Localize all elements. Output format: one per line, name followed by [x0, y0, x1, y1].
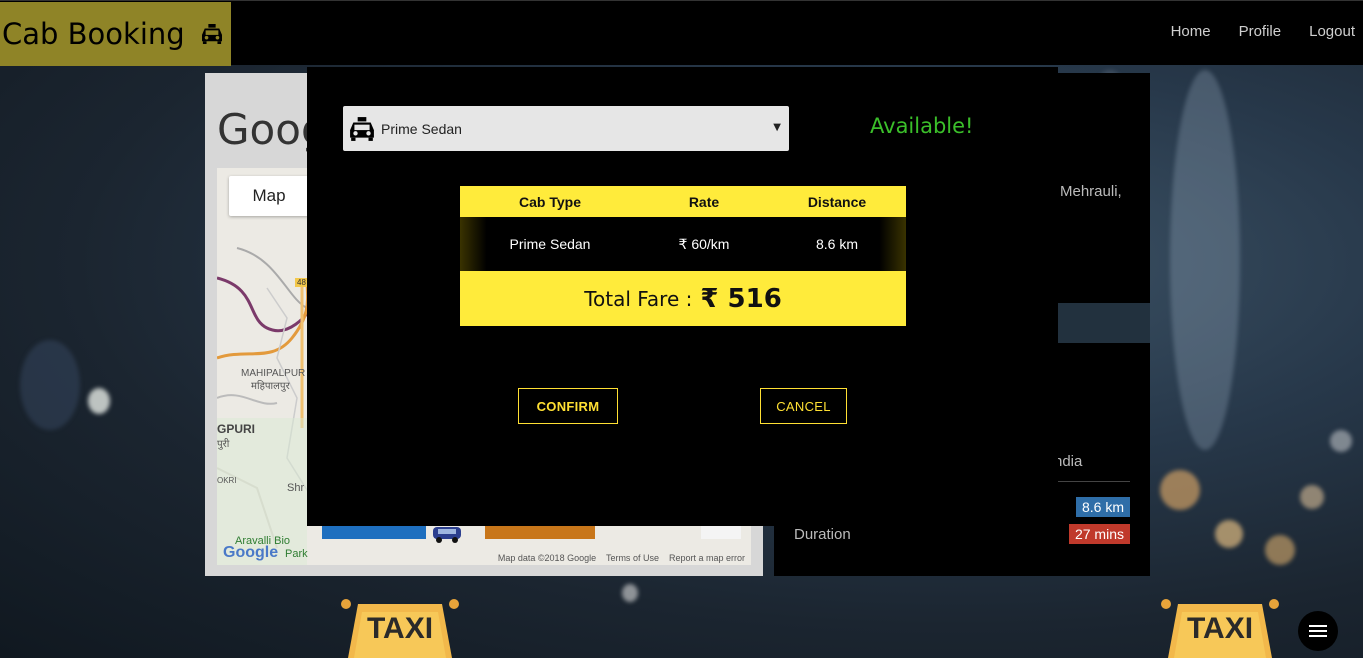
nav-links: Home Profile Logout: [1143, 23, 1355, 40]
hamburger-icon: [1309, 625, 1327, 637]
selected-cab-value: Prime Sedan: [381, 120, 462, 137]
bokeh-light: [20, 340, 80, 430]
total-fare-value: ₹ 516: [700, 283, 782, 314]
booking-modal: Prime Sedan ▼ Available! Cab Type Rate D…: [307, 67, 1058, 526]
map-footer: Map data ©2018 Google Terms of Use Repor…: [498, 553, 745, 563]
road-badge: 48: [295, 278, 308, 287]
bokeh-light: [1215, 520, 1243, 548]
taxi-sign-right: TAXI: [1161, 599, 1279, 658]
cell-distance: 8.6 km: [815, 236, 858, 252]
map-data-credit: Map data ©2018 Google: [497, 553, 597, 563]
google-logo: Google: [223, 544, 279, 561]
car-marker-icon: [433, 527, 461, 543]
cab-type-select[interactable]: Prime Sedan ▼: [343, 106, 789, 151]
fare-table: Cab Type Rate Distance Prime Sedan ₹ 60/…: [460, 186, 906, 326]
availability-status: Available!: [870, 114, 974, 138]
map-terms-link[interactable]: Terms of Use: [606, 553, 659, 563]
bokeh-light: [622, 584, 638, 602]
header-distance: Distance: [807, 193, 867, 210]
bokeh-light: [1265, 535, 1295, 565]
map-label-shr: Shr: [287, 482, 305, 494]
bokeh-light: [1300, 485, 1324, 509]
menu-button[interactable]: [1298, 611, 1338, 651]
distance-badge: 8.6 km: [1075, 497, 1130, 517]
top-navbar: Cab Booking Home Profile Logout: [0, 0, 1363, 66]
pickup-address: Mehrauli,: [1060, 183, 1122, 200]
taxi-sign-left: TAXI: [341, 599, 459, 658]
total-fare: Total Fare : ₹ 516: [460, 271, 906, 326]
taxi-icon: [350, 116, 374, 141]
bokeh-light: [1330, 430, 1352, 452]
map-report-link[interactable]: Report a map error: [669, 553, 745, 563]
map-label-puri-hindi: पुरी: [217, 439, 230, 450]
nav-logout[interactable]: Logout: [1309, 23, 1355, 40]
confirm-button[interactable]: CONFIRM: [518, 388, 618, 424]
taxi-sign-text: TAXI: [367, 612, 433, 645]
drop-address: ndia: [1054, 453, 1083, 470]
duration-label: Duration: [794, 526, 851, 543]
cell-rate: ₹ 60/km: [678, 235, 730, 252]
cancel-button[interactable]: CANCEL: [760, 388, 847, 424]
table-row: Prime Sedan ₹ 60/km 8.6 km: [460, 217, 906, 271]
duration-badge: 27 mins: [1068, 524, 1130, 544]
bokeh-light: [1160, 470, 1200, 510]
dropdown-arrow-icon: ▼: [773, 122, 781, 133]
map-label-park: Park: [285, 548, 308, 560]
taxi-sign-text: TAXI: [1187, 612, 1253, 645]
map-type-button[interactable]: Map: [229, 176, 309, 216]
fare-table-header: Cab Type Rate Distance: [460, 186, 906, 217]
brand[interactable]: Cab Booking: [0, 2, 231, 66]
bokeh-light: [88, 388, 110, 414]
map-label-puri: GPURI: [217, 422, 256, 436]
total-fare-label: Total Fare :: [584, 286, 693, 311]
brand-title: Cab Booking: [2, 17, 185, 51]
cell-cab-type: Prime Sedan: [509, 236, 591, 252]
taxi-icon: [201, 24, 222, 44]
nav-profile[interactable]: Profile: [1239, 23, 1282, 40]
map-label-mahipalpur-hindi: महिपालपुर: [251, 381, 290, 392]
nav-home[interactable]: Home: [1171, 23, 1211, 40]
map-label-okri: OKRI: [217, 476, 237, 485]
header-rate: Rate: [688, 193, 720, 210]
header-cab-type: Cab Type: [519, 193, 581, 210]
bokeh-light: [1170, 70, 1240, 450]
